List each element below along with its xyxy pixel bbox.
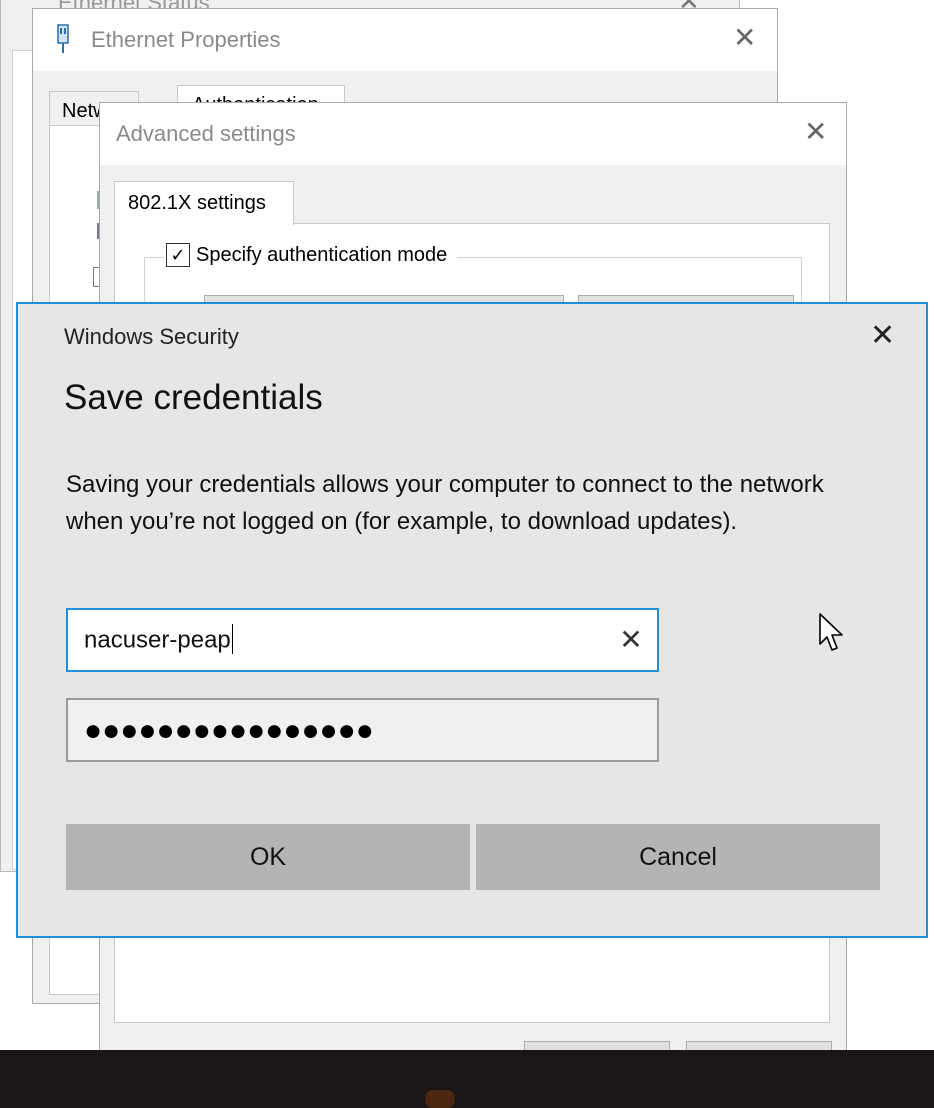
advanced-settings-title: Advanced settings xyxy=(116,121,296,146)
username-text: nacuser-peap xyxy=(84,626,231,654)
close-icon[interactable]: ✕ xyxy=(870,318,895,353)
windows-security-dialog: Windows Security ✕ Save credentials Savi… xyxy=(16,302,928,938)
clear-icon[interactable]: ✕ xyxy=(614,620,648,660)
tab-8021x-settings[interactable]: 802.1X settings xyxy=(114,181,294,225)
dialog-heading: Save credentials xyxy=(64,378,323,417)
ethernet-properties-close-icon[interactable]: ✕ xyxy=(733,21,756,54)
network-adapter-icon xyxy=(57,24,69,53)
ethernet-properties-title: Ethernet Properties xyxy=(91,27,281,52)
desktop-glow xyxy=(425,1090,455,1108)
desktop-background xyxy=(0,1050,934,1108)
mouse-pointer-icon xyxy=(819,613,843,651)
username-value[interactable]: nacuser-peap xyxy=(84,624,233,656)
checkmark-icon[interactable]: ✓ xyxy=(166,243,190,267)
password-value: ●●●●●●●●●●●●●●●● xyxy=(84,714,374,747)
cancel-button[interactable]: Cancel xyxy=(476,824,880,890)
checkbox-label: Specify authentication mode xyxy=(196,243,448,266)
ok-button[interactable]: OK xyxy=(66,824,470,890)
specify-auth-mode-checkbox[interactable]: ✓ Specify authentication mode xyxy=(164,243,458,267)
username-input[interactable]: nacuser-peap ✕ xyxy=(66,608,659,672)
text-caret xyxy=(231,624,233,654)
dialog-caption: Windows Security xyxy=(64,324,239,349)
dialog-description: Saving your credentials allows your comp… xyxy=(66,471,824,535)
advanced-settings-close-icon[interactable]: ✕ xyxy=(804,115,827,148)
password-input[interactable]: ●●●●●●●●●●●●●●●● xyxy=(66,698,659,762)
